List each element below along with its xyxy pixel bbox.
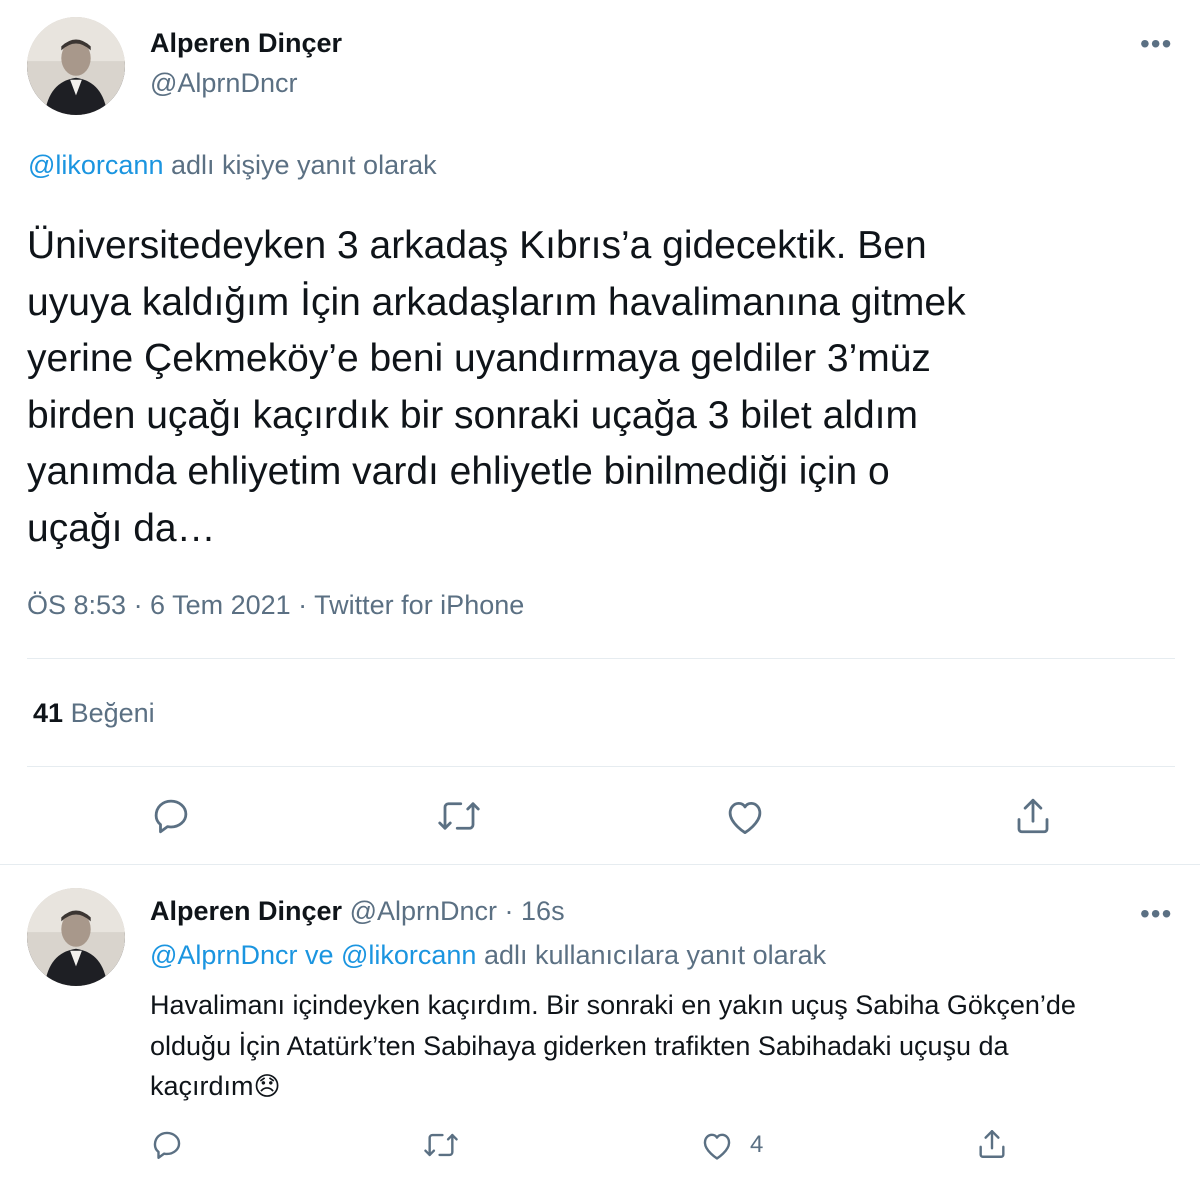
tweet-text-line: Havalimanı içindeyken kaçırdım. Bir sonr… (150, 990, 1076, 1020)
tweet-text-line: yerine Çekmeköy’e beni uyandırmaya geldi… (27, 337, 931, 380)
more-icon[interactable]: ••• (1140, 900, 1172, 928)
share-icon (1017, 798, 1049, 834)
tweet-text-line: uyuya kaldığım İçin arkadaşlarım havalim… (27, 280, 966, 324)
avatar[interactable] (27, 17, 125, 115)
tweet-text-line: birden uçağı kaçırdık bir sonraki uçağa … (27, 393, 918, 437)
likes-label: Beğeni (70, 698, 155, 728)
retweet-button[interactable] (422, 1128, 460, 1162)
avatar[interactable] (27, 888, 125, 986)
likes-count: 41 (33, 698, 64, 728)
retweet-icon (424, 1133, 458, 1157)
tweet-text-line: uçağı da… (27, 506, 216, 550)
like-count: 4 (750, 1131, 764, 1158)
tweet-text-line: olduğu İçin Atatürk’ten Sabihaya giderke… (150, 1030, 1009, 1061)
mention-link[interactable]: @likorcann (28, 150, 163, 180)
like-button[interactable]: 4 (700, 1129, 763, 1161)
reply-icon (154, 799, 188, 834)
reply-context-label: adlı kullanıcılara yanıt olarak (476, 940, 827, 970)
more-icon[interactable]: ••• (1140, 30, 1172, 58)
reply-button[interactable] (150, 1128, 184, 1162)
mention-link[interactable]: @AlprnDncr (150, 940, 297, 970)
retweet-icon (438, 802, 480, 830)
share-button[interactable] (975, 1126, 1009, 1162)
tweet-text: Üniversitedeyken 3 arkadaş Kıbrıs’a gide… (27, 218, 966, 557)
divider (0, 864, 1200, 865)
reply-context: @likorcann adlı kişiye yanıt olarak (28, 150, 437, 181)
reply-icon (153, 1131, 181, 1159)
tweet-time[interactable]: · 16s (505, 896, 565, 926)
share-button[interactable] (1012, 794, 1054, 838)
reply-header: Alperen Dinçer @AlprnDncr · 16s (150, 896, 565, 927)
divider (27, 766, 1175, 767)
reply-button[interactable] (150, 795, 192, 837)
tweet-text-line: Üniversitedeyken 3 arkadaş Kıbrıs’a gide… (27, 224, 927, 267)
tweet-text-line: yanımda ehliyetim vardı ehliyetle binilm… (27, 450, 890, 493)
tweet-text-line: kaçırdım😞 (150, 1066, 1076, 1107)
likes-stat[interactable]: 41 Beğeni (33, 698, 155, 729)
avatar-image (27, 888, 125, 986)
mention-join: ve (297, 940, 341, 970)
avatar-image (27, 17, 125, 115)
tweet-text: Havalimanı içindeyken kaçırdım. Bir sonr… (150, 985, 1076, 1107)
reply-context: @AlprnDncr ve @likorcann adlı kullanıcıl… (150, 940, 826, 971)
tweet-text-fragment: kaçırdım (150, 1071, 254, 1101)
disappointed-emoji: 😞 (253, 1071, 281, 1101)
like-icon (728, 802, 762, 835)
tweet-meta[interactable]: ÖS 8:53 · 6 Tem 2021 · Twitter for iPhon… (27, 590, 524, 621)
divider (27, 658, 1175, 659)
mention-link[interactable]: @likorcann (341, 940, 476, 970)
author-name[interactable]: Alperen Dinçer (150, 28, 342, 59)
like-button[interactable] (724, 796, 766, 836)
like-icon (703, 1133, 731, 1160)
author-handle[interactable]: @AlprnDncr (350, 896, 497, 926)
retweet-button[interactable] (436, 795, 482, 837)
author-handle[interactable]: @AlprnDncr (150, 68, 297, 99)
reply-context-label: adlı kişiye yanıt olarak (163, 150, 437, 180)
share-icon (979, 1130, 1005, 1158)
author-name[interactable]: Alperen Dinçer (150, 896, 342, 926)
